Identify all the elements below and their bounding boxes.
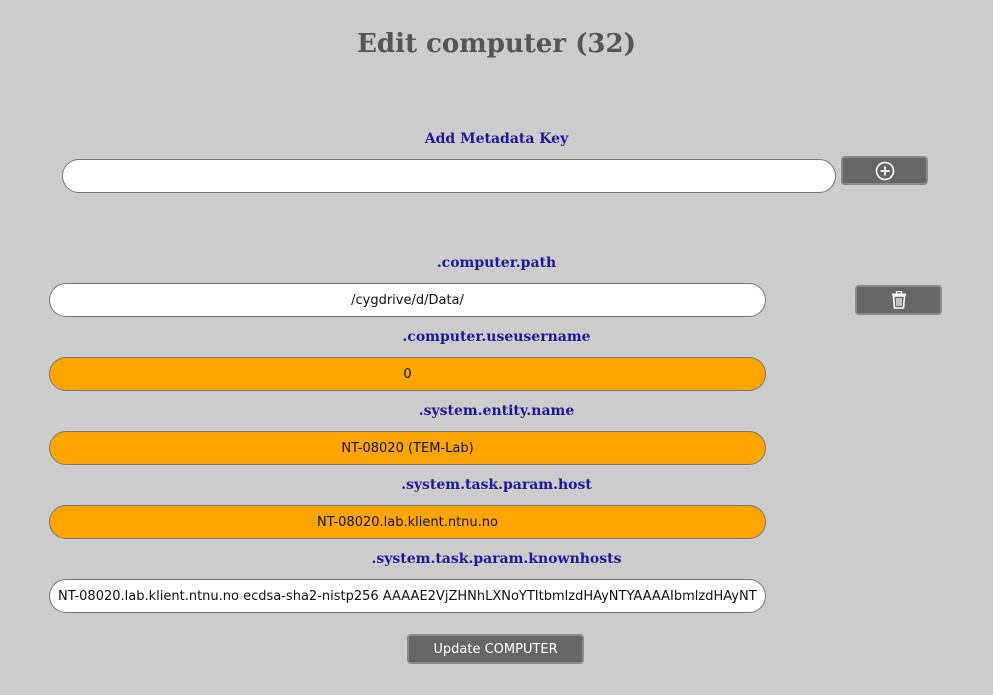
field-input-computer-path[interactable] <box>49 283 766 317</box>
field-label-system-task-param-knownhosts: .system.task.param.knownhosts <box>371 551 622 567</box>
field-input-system-entity-name[interactable] <box>49 431 766 465</box>
plus-circle-icon <box>875 161 895 181</box>
trash-icon <box>891 291 907 309</box>
field-label-computer-path: .computer.path <box>436 255 557 271</box>
update-computer-button[interactable]: Update COMPUTER <box>407 634 584 664</box>
delete-field-button[interactable] <box>855 285 942 315</box>
add-metadata-key-input[interactable] <box>62 159 836 193</box>
add-metadata-key-button[interactable] <box>841 156 928 185</box>
update-computer-button-label: Update COMPUTER <box>433 641 558 657</box>
field-input-computer-useusername[interactable] <box>49 357 766 391</box>
field-label-system-entity-name: .system.entity.name <box>418 403 575 419</box>
page-title: Edit computer (32) <box>357 29 636 59</box>
field-input-system-task-param-knownhosts[interactable] <box>49 579 766 613</box>
add-metadata-key-label: Add Metadata Key <box>424 131 569 147</box>
field-label-system-task-param-host: .system.task.param.host <box>401 477 592 493</box>
field-label-computer-useusername: .computer.useusername <box>402 329 591 345</box>
field-input-system-task-param-host[interactable] <box>49 505 766 539</box>
